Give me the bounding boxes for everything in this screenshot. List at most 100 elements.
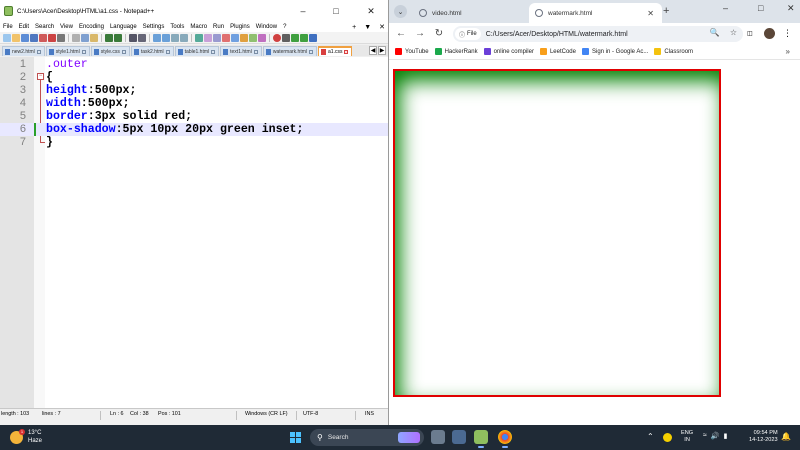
file-tab[interactable]: text1.html <box>220 46 262 56</box>
side-panel-icon[interactable]: ◫ <box>747 27 753 40</box>
profile-avatar[interactable] <box>764 27 775 40</box>
doc-list-button[interactable]: ▼ <box>364 24 371 31</box>
tab-search-icon[interactable]: ⌄ <box>394 5 407 18</box>
menu-view[interactable]: View <box>57 24 76 30</box>
menu-plugins[interactable]: Plugins <box>227 24 253 30</box>
menu-edit[interactable]: Edit <box>16 24 32 30</box>
tab-scroll-left-icon[interactable]: ◀ <box>369 46 377 55</box>
file-tab[interactable]: style.css <box>90 46 130 56</box>
tab-close-icon[interactable] <box>309 49 314 54</box>
paste-icon[interactable] <box>90 33 98 42</box>
tab-close-icon[interactable] <box>344 50 349 54</box>
bookmark-hackerrank[interactable]: HackerRank <box>434 48 478 55</box>
menu-search[interactable]: Search <box>32 24 57 30</box>
sync-vertical-icon[interactable] <box>171 33 179 42</box>
file-tab[interactable]: task2.html <box>130 46 174 56</box>
menu-settings[interactable]: Settings <box>140 24 168 30</box>
maximize-icon[interactable]: □ <box>758 3 763 13</box>
close-icon[interactable]: ✕ <box>357 0 385 22</box>
chrome-taskbar-icon[interactable] <box>498 430 512 448</box>
find-icon[interactable] <box>129 33 137 42</box>
bookmark-star-icon[interactable]: ☆ <box>730 28 737 37</box>
code-editor[interactable]: − 1 .outer 2 { 3 height:500px; 4 width:5… <box>0 57 388 408</box>
open-file-icon[interactable] <box>12 33 20 42</box>
system-tray[interactable]: ≈ 🔊 ▮ <box>703 432 727 440</box>
udl-icon[interactable] <box>222 33 230 42</box>
bookmark-online-compiler[interactable]: online compiler <box>483 48 534 55</box>
menu-macro[interactable]: Macro <box>187 24 210 30</box>
file-tab[interactable]: new2.html <box>2 46 45 56</box>
file-tab[interactable]: style1.html <box>45 46 90 56</box>
copy-icon[interactable] <box>81 33 89 42</box>
tab-close-icon[interactable] <box>165 49 170 54</box>
print-icon[interactable] <box>57 33 65 42</box>
menu-kebab-icon[interactable]: ⋮ <box>783 27 792 40</box>
close-doc-button[interactable]: ✕ <box>379 23 385 31</box>
menu-language[interactable]: Language <box>107 24 140 30</box>
close-all-icon[interactable] <box>48 33 56 42</box>
weather-widget[interactable]: 1 13°C Haze <box>10 428 42 445</box>
menu-tools[interactable]: Tools <box>167 24 187 30</box>
tab-close-icon[interactable] <box>211 49 216 54</box>
new-tab-icon[interactable]: + <box>663 5 669 17</box>
status-eol[interactable]: Windows (CR LF) <box>245 411 288 417</box>
bookmark-leetcode[interactable]: LeetCode <box>539 48 576 55</box>
bookmark-youtube[interactable]: YouTube <box>395 48 429 55</box>
undo-icon[interactable] <box>105 33 113 42</box>
clock[interactable]: 09:54 PM 14-12-2023 <box>749 430 778 444</box>
redo-icon[interactable] <box>114 33 122 42</box>
show-all-chars-icon[interactable] <box>204 33 212 42</box>
zoom-in-icon[interactable] <box>153 33 161 42</box>
npp-titlebar[interactable]: C:\Users\Acer\Desktop\HTML\a1.css - Note… <box>0 0 388 22</box>
task-view-icon[interactable] <box>431 430 445 444</box>
menu-run[interactable]: Run <box>210 24 227 30</box>
play-macro-icon[interactable] <box>291 33 299 42</box>
close-file-icon[interactable] <box>39 33 47 42</box>
back-icon[interactable]: ← <box>394 26 408 40</box>
bookmark-classroom[interactable]: Classroom <box>654 48 693 55</box>
site-info-chip[interactable]: ⓘ File <box>455 28 481 40</box>
reload-icon[interactable]: ↻ <box>432 26 446 40</box>
sync-horizontal-icon[interactable] <box>180 33 188 42</box>
notification-bell-icon[interactable]: 🔔 <box>781 432 791 441</box>
function-list-icon[interactable] <box>240 33 248 42</box>
record-macro-icon[interactable] <box>273 33 281 42</box>
monitoring-icon[interactable] <box>258 33 266 42</box>
cut-icon[interactable] <box>72 33 80 42</box>
taskbar-search[interactable]: ⚲ Search <box>310 429 424 446</box>
tab-close-icon[interactable]: ✕ <box>647 9 654 18</box>
save-macro-icon[interactable] <box>309 33 317 42</box>
zoom-icon[interactable]: 🔍 <box>710 28 720 37</box>
tab-close-icon[interactable] <box>81 49 86 54</box>
new-doc-button[interactable]: + <box>352 24 356 31</box>
run-macro-multiple-icon[interactable] <box>300 33 308 42</box>
bookmark-google-signin[interactable]: Sign in - Google Ac... <box>581 48 648 55</box>
start-button[interactable] <box>290 432 301 443</box>
bookmarks-more-icon[interactable]: » <box>786 47 790 56</box>
minimize-icon[interactable]: – <box>723 3 728 13</box>
stop-macro-icon[interactable] <box>282 33 290 42</box>
menu-window[interactable]: Window <box>253 24 280 30</box>
status-encoding[interactable]: UTF-8 <box>303 411 318 417</box>
word-wrap-icon[interactable] <box>195 33 203 42</box>
address-bar[interactable]: ⓘ File C:/Users/Acer/Desktop/HTML/waterm… <box>453 26 743 42</box>
file-tab[interactable]: table1.html <box>174 46 220 56</box>
replace-icon[interactable] <box>138 33 146 42</box>
file-tab-active[interactable]: a1.css <box>318 46 353 56</box>
browser-tab-active[interactable]: watermark.html ✕ <box>529 3 662 23</box>
minimize-icon[interactable]: – <box>289 0 317 22</box>
language-indicator[interactable]: ENG IN <box>681 430 693 444</box>
maximize-icon[interactable]: □ <box>322 0 350 22</box>
save-all-icon[interactable] <box>30 33 38 42</box>
forward-icon[interactable]: → <box>413 26 427 40</box>
save-icon[interactable] <box>21 33 29 42</box>
menu-help[interactable]: ? <box>280 24 289 30</box>
norton-tray-icon[interactable] <box>663 433 672 442</box>
tab-close-icon[interactable] <box>121 49 126 54</box>
file-tab[interactable]: watermark.html <box>262 46 318 56</box>
notepadpp-taskbar-icon[interactable] <box>474 430 488 448</box>
tab-close-icon[interactable] <box>36 49 41 54</box>
tab-scroll-right-icon[interactable]: ▶ <box>378 46 386 55</box>
indent-guide-icon[interactable] <box>213 33 221 42</box>
tray-overflow-icon[interactable]: ⌃ <box>647 432 654 441</box>
